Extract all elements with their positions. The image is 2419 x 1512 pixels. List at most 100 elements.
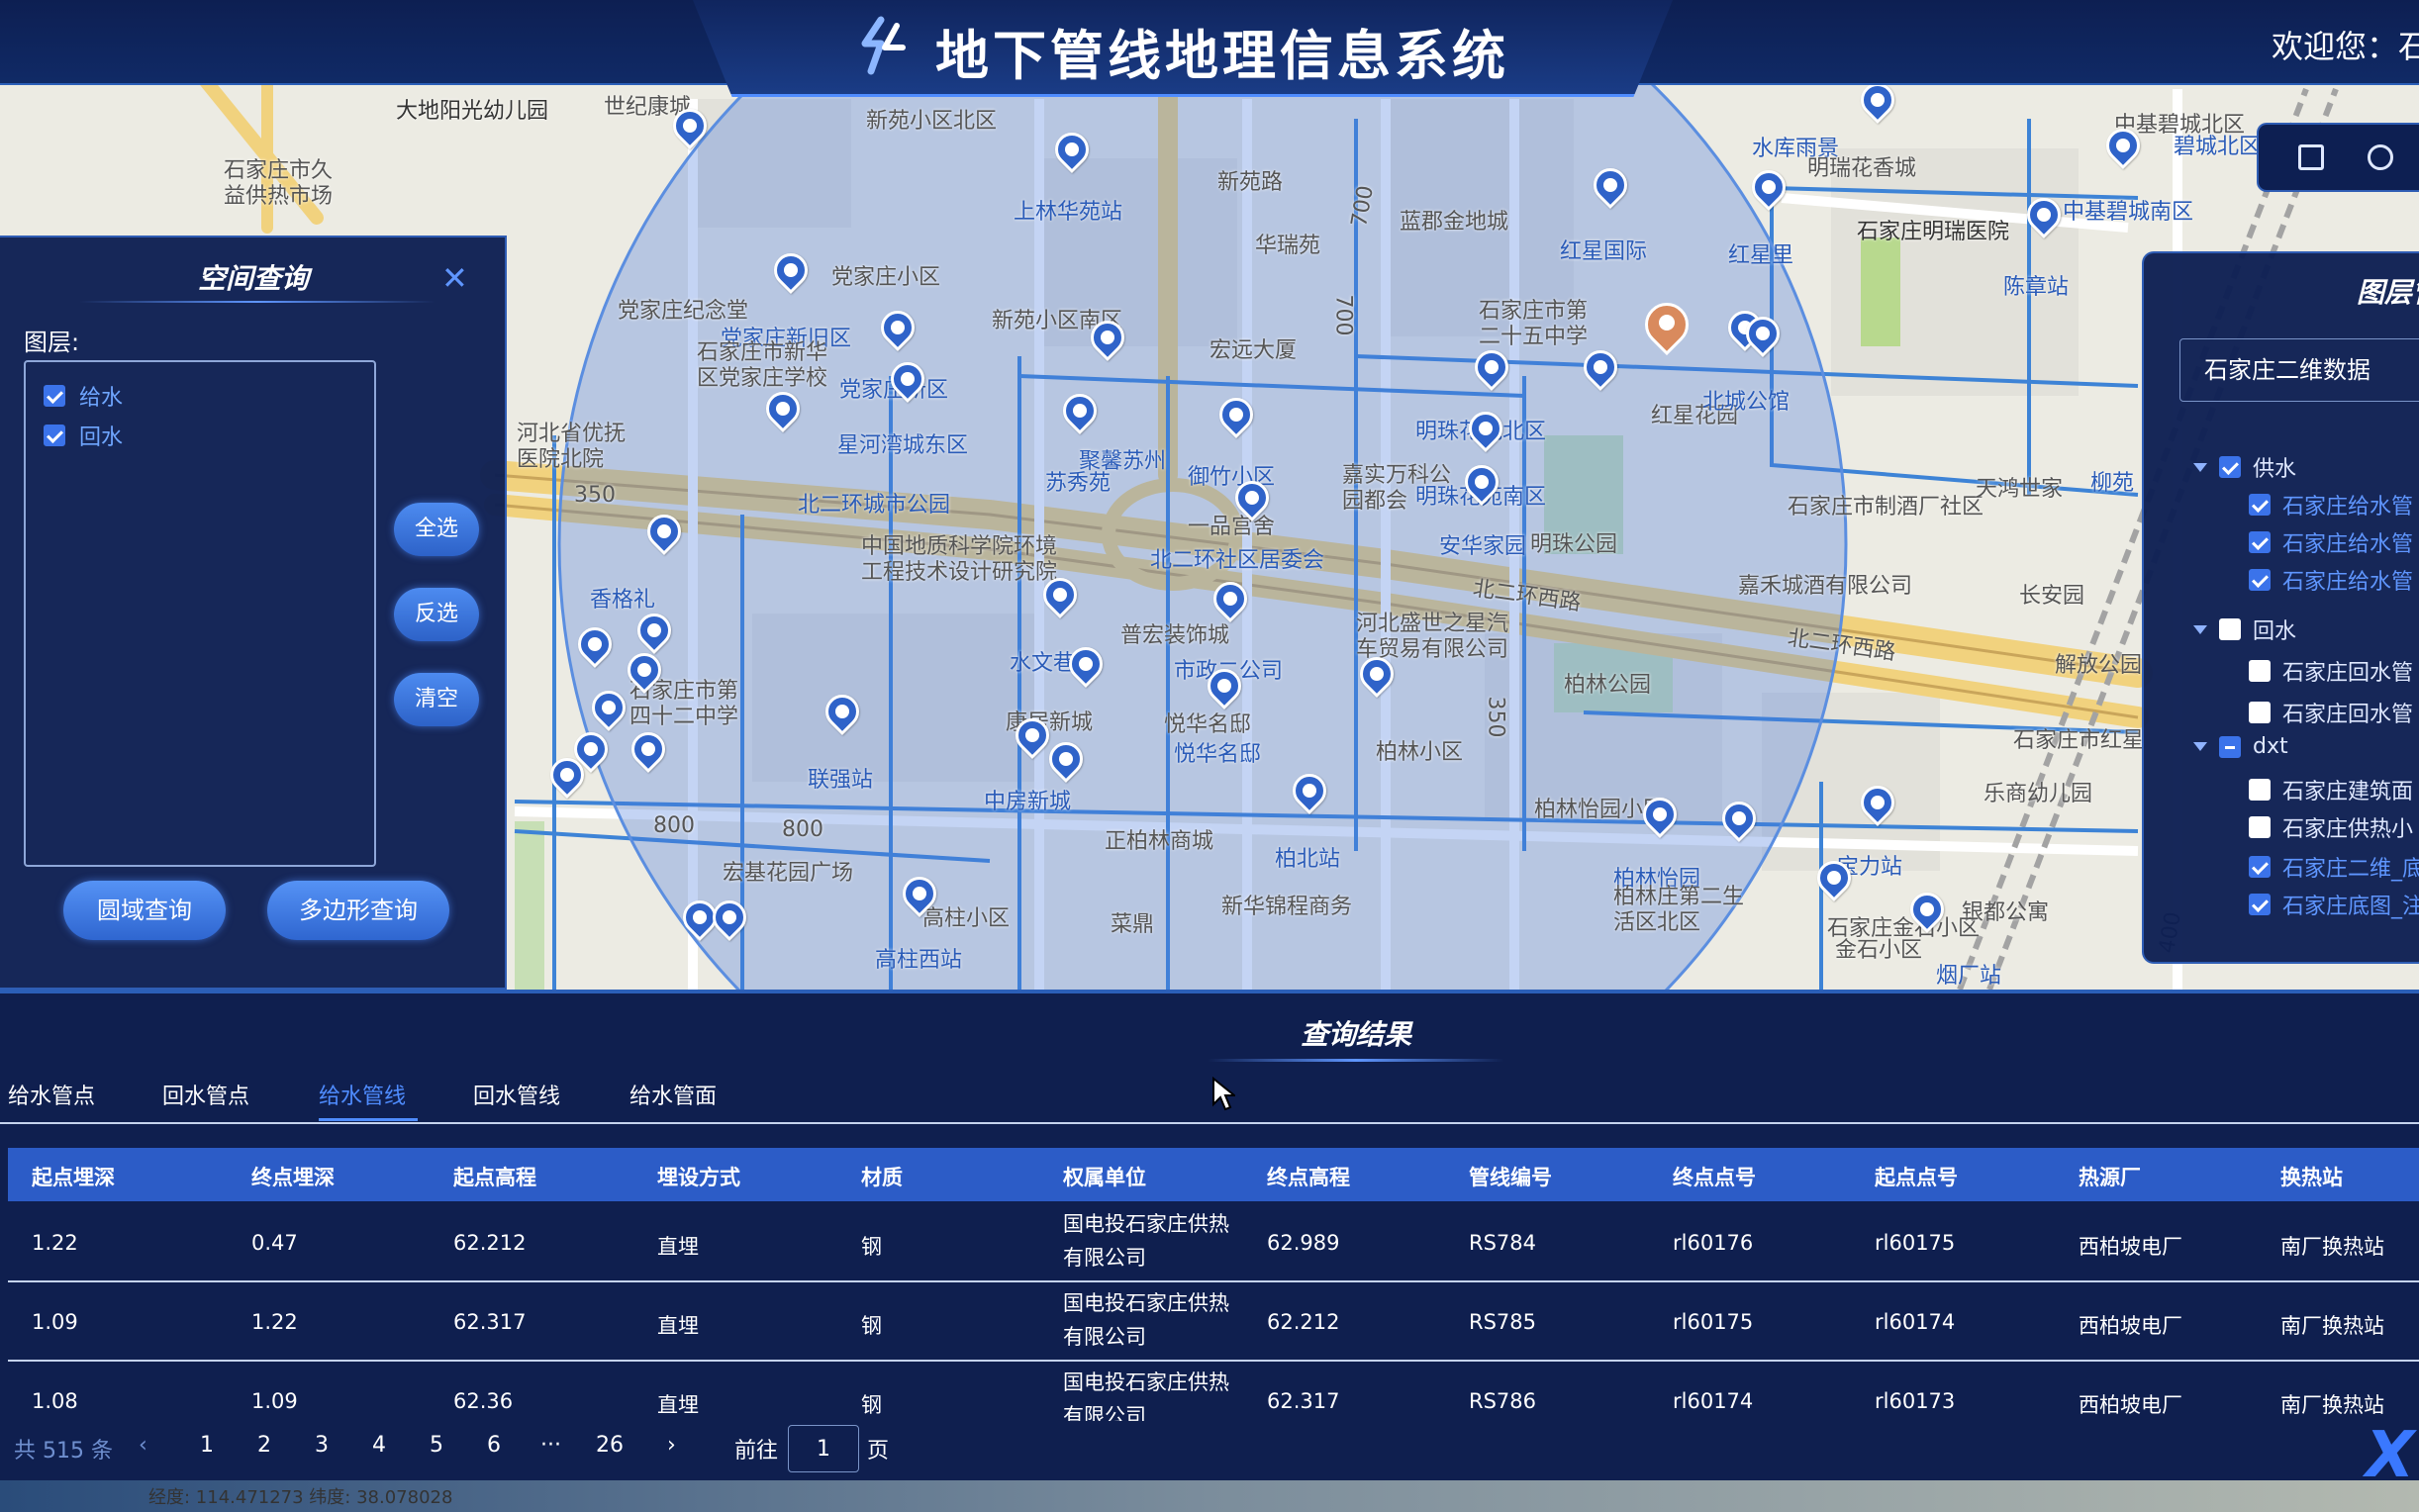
pipe-point-marker[interactable] [1206, 574, 1255, 623]
table-row[interactable]: 1.22 0.47 62.212 直埋 钢 国电投石家庄供热有限公司 62.989 RS784… [8, 1203, 2419, 1282]
selected-location-marker[interactable] [1635, 293, 1698, 356]
pipe-point-marker[interactable] [818, 687, 867, 736]
pipe-point-marker[interactable] [1809, 853, 1859, 902]
pipe-point-marker[interactable] [570, 619, 620, 669]
pipe-point-marker[interactable] [639, 507, 689, 556]
layers-icon[interactable] [2368, 144, 2393, 170]
table-row[interactable]: 1.08 1.09 62.36 直埋 钢 国电投石家庄供热有限公司 62.317 RS786 r… [8, 1362, 2419, 1421]
layer-tree-item[interactable]: 石家庄建筑面 [2249, 774, 2413, 805]
tab-return-water-points[interactable]: 回水管点 [162, 1079, 249, 1110]
pipe-point-marker[interactable] [766, 245, 816, 295]
pipe-point-marker[interactable] [1200, 661, 1249, 710]
layer-tree-item[interactable]: 石家庄供热小 [2249, 811, 2413, 843]
pipe-point-marker[interactable] [1576, 342, 1625, 392]
pipe-point-marker[interactable] [1586, 160, 1635, 210]
pipe-point-marker[interactable] [883, 354, 932, 404]
pipe-point-marker[interactable] [1227, 473, 1277, 522]
pipe-point-marker[interactable] [1285, 766, 1334, 815]
layer-tree-item[interactable]: 石家庄底图_注 [2249, 889, 2419, 920]
layer-tree-item[interactable]: 石家庄给水管 [2249, 564, 2413, 596]
page-number[interactable]: 26 [596, 1433, 624, 1458]
pipe-point-marker[interactable] [1061, 639, 1111, 689]
layer-checkbox-water-supply[interactable]: 给水 [44, 380, 123, 412]
checkbox-icon[interactable] [2249, 816, 2271, 838]
page-number[interactable]: 3 [315, 1433, 329, 1458]
select-all-button[interactable]: 全选 [394, 503, 479, 556]
pipe-point-marker[interactable] [1457, 457, 1506, 507]
checkbox-icon[interactable] [2249, 660, 2271, 682]
column-header[interactable]: 材质 [861, 1162, 903, 1191]
pipe-point-marker[interactable] [1744, 162, 1793, 212]
checkbox-icon[interactable] [2249, 856, 2271, 878]
layer-tree-item[interactable]: 石家庄给水管 [2249, 489, 2413, 520]
layer-tree-item[interactable]: 石家庄给水管 [2249, 526, 2413, 558]
pipe-point-marker[interactable] [873, 303, 922, 352]
layer-tree-item[interactable]: 石家庄二维_底 [2249, 851, 2419, 883]
pipe-point-marker[interactable] [1352, 649, 1402, 699]
checkbox-icon[interactable] [2249, 494, 2271, 516]
checkbox-icon[interactable] [2249, 569, 2271, 591]
column-header[interactable]: 管线编号 [1469, 1162, 1552, 1191]
pipe-point-marker[interactable] [1041, 734, 1091, 784]
column-header[interactable]: 换热站 [2280, 1162, 2343, 1191]
page-jump-input[interactable] [788, 1425, 859, 1472]
pipe-point-marker[interactable] [1008, 710, 1057, 760]
pipe-point-marker[interactable] [624, 724, 673, 774]
page-number[interactable]: 2 [257, 1433, 271, 1458]
pipe-point-marker[interactable] [1853, 75, 1902, 125]
column-header[interactable]: 起点埋深 [32, 1162, 115, 1191]
map-tools[interactable] [2257, 123, 2419, 192]
page-number[interactable]: 4 [372, 1433, 386, 1458]
polygon-query-button[interactable]: 多边形查询 [267, 881, 449, 940]
more-pages-icon[interactable]: ··· [540, 1433, 561, 1458]
pipe-point-marker[interactable] [895, 869, 944, 918]
pipe-point-marker[interactable] [758, 384, 808, 433]
checkbox-icon[interactable] [2219, 618, 2241, 640]
pipe-point-marker[interactable] [1853, 778, 1902, 827]
checkbox-icon[interactable] [44, 385, 65, 407]
chevron-down-icon[interactable] [2193, 624, 2207, 634]
page-number[interactable]: 1 [200, 1433, 214, 1458]
checkbox-icon[interactable] [2219, 456, 2241, 478]
pipe-point-marker[interactable] [1467, 342, 1516, 392]
checkbox-icon[interactable] [44, 425, 65, 446]
pipe-point-marker[interactable] [1738, 309, 1788, 358]
column-header[interactable]: 起点高程 [453, 1162, 536, 1191]
layer-tree-item[interactable]: 石家庄回水管 [2249, 697, 2413, 728]
page-number[interactable]: 6 [487, 1433, 501, 1458]
column-header[interactable]: 埋设方式 [657, 1162, 740, 1191]
pipe-point-marker[interactable] [1902, 885, 1952, 934]
welcome-user[interactable]: 欢迎您：石 [2272, 22, 2419, 67]
layer-tree-item[interactable]: 供水 [2193, 451, 2296, 483]
data-source-select[interactable]: 石家庄二维数据 [2179, 338, 2419, 402]
clear-button[interactable]: 清空 [394, 673, 479, 726]
layer-checkbox-return-water[interactable]: 回水 [44, 420, 123, 451]
layer-tree-item[interactable]: 石家庄回水管 [2249, 655, 2413, 687]
chevron-down-icon[interactable] [2193, 742, 2207, 751]
checkbox-icon[interactable] [2219, 735, 2241, 758]
tab-water-supply-lines[interactable]: 给水管线 [319, 1079, 406, 1110]
checkbox-icon[interactable] [2249, 894, 2271, 915]
checkbox-icon[interactable] [2249, 531, 2271, 553]
pipe-point-marker[interactable] [629, 606, 679, 655]
pipe-point-marker[interactable] [1035, 570, 1085, 619]
page-number[interactable]: 5 [430, 1433, 443, 1458]
column-header[interactable]: 终点高程 [1267, 1162, 1350, 1191]
next-page-icon[interactable]: › [667, 1433, 676, 1458]
prev-page-icon[interactable]: ‹ [139, 1433, 147, 1458]
pipe-point-marker[interactable] [2019, 190, 2069, 239]
pipe-point-marker[interactable] [2098, 121, 2148, 170]
pipe-point-marker[interactable] [620, 645, 669, 695]
copy-icon[interactable] [2298, 144, 2324, 170]
pipe-point-marker[interactable] [542, 750, 592, 800]
chevron-down-icon[interactable] [2193, 462, 2207, 472]
pipe-point-marker[interactable] [1055, 386, 1105, 435]
invert-selection-button[interactable]: 反选 [394, 588, 479, 641]
tab-water-supply-points[interactable]: 给水管点 [8, 1079, 95, 1110]
pipe-point-marker[interactable] [1083, 313, 1132, 362]
pipe-point-marker[interactable] [1211, 390, 1261, 439]
pipe-point-marker[interactable] [584, 683, 633, 732]
pipe-point-marker[interactable] [1635, 790, 1685, 839]
pipe-point-marker[interactable] [1714, 794, 1764, 843]
circle-query-button[interactable]: 圆域查询 [63, 881, 226, 940]
